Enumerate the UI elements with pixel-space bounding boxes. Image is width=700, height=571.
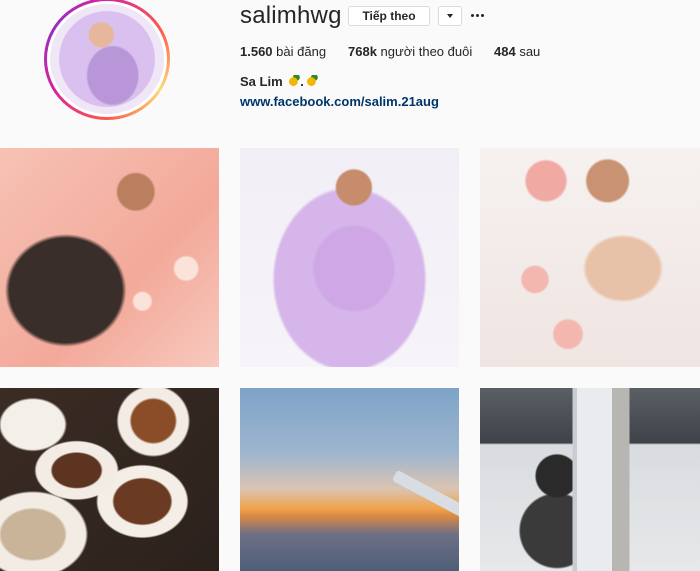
full-name: Sa Lim .: [240, 74, 318, 89]
post-tile-pink-milk-bath[interactable]: [0, 148, 219, 367]
post-tile-mirror-selfie[interactable]: [480, 388, 700, 571]
follow-button[interactable]: Tiếp theo: [348, 6, 430, 26]
post-tile-flower-milk-bath[interactable]: [480, 148, 700, 367]
pineapple-emoji-icon: [305, 75, 318, 87]
airplane-wing: [391, 469, 459, 519]
pineapple-emoji-icon: [288, 75, 301, 87]
following-count[interactable]: 484 sau: [494, 44, 540, 59]
username: salimhwg: [240, 2, 342, 29]
post-tile-lavender-milk-bath[interactable]: [240, 148, 459, 367]
suggestions-dropdown-button[interactable]: [438, 6, 462, 26]
post-tile-sunset-sky-wing[interactable]: [240, 388, 459, 571]
followers-count[interactable]: 768k người theo đuôi: [348, 44, 472, 59]
profile-header: salimhwg Tiếp theo 1.560 bài đăng 768k n…: [0, 0, 700, 140]
posts-count: 1.560 bài đăng: [240, 44, 327, 59]
post-tile-food-dishes[interactable]: [0, 388, 219, 571]
chevron-down-icon: [447, 14, 453, 18]
profile-link[interactable]: www.facebook.com/salim.21aug: [240, 94, 439, 109]
avatar-image: [50, 4, 164, 114]
more-options-icon[interactable]: [470, 8, 484, 22]
posts-grid: [0, 148, 700, 571]
profile-avatar[interactable]: [44, 0, 170, 120]
